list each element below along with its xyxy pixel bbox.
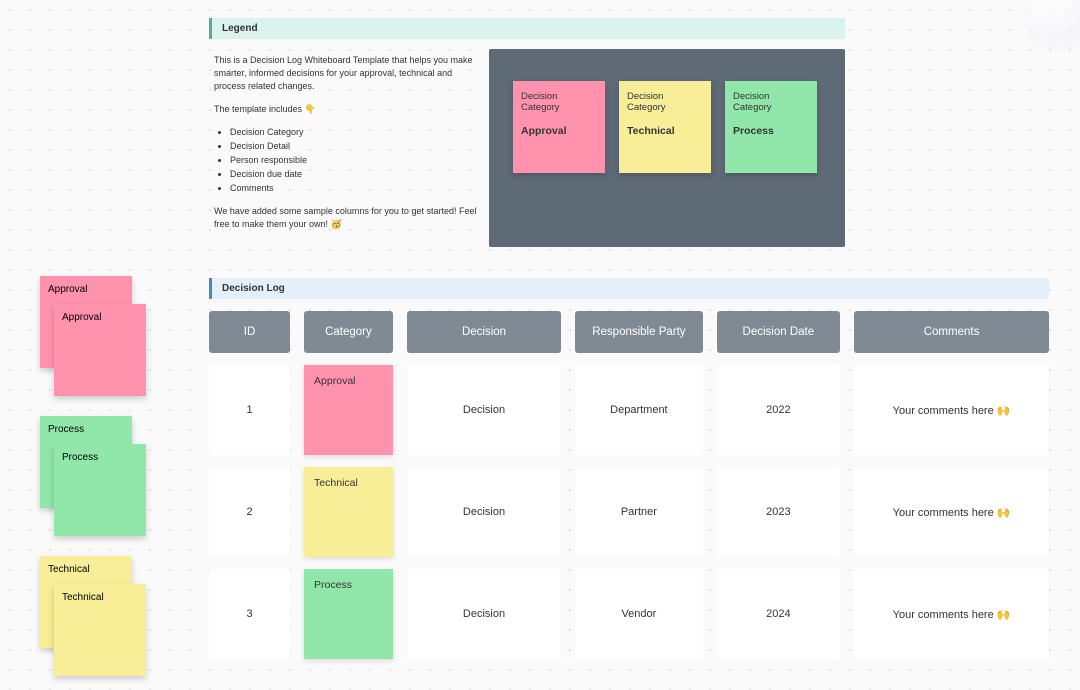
cell-decision[interactable]: Decision: [407, 569, 561, 659]
legend-section: Legend This is a Decision Log Whiteboard…: [209, 18, 845, 247]
pointing-down-icon: 👇: [305, 104, 316, 114]
cell-responsible[interactable]: Partner: [575, 467, 702, 557]
cell-id[interactable]: 2: [209, 467, 290, 557]
cell-responsible[interactable]: Department: [575, 365, 702, 455]
legend-text: This is a Decision Log Whiteboard Templa…: [209, 49, 489, 247]
header-decision: Decision: [407, 311, 561, 353]
decision-log-section: Decision Log ID Category Decision Respon…: [209, 278, 1049, 671]
sticky-stack-technical[interactable]: Technical Technical: [40, 556, 150, 676]
bullet-item: Decision due date: [230, 168, 479, 181]
decision-log-grid: ID Category Decision Responsible Party D…: [209, 311, 1049, 659]
cell-id[interactable]: 3: [209, 569, 290, 659]
cell-decision[interactable]: Decision: [407, 365, 561, 455]
legend-para3: We have added some sample columns for yo…: [214, 205, 479, 231]
sticky-note[interactable]: Technical: [54, 584, 146, 676]
category-type: Approval: [521, 125, 597, 137]
header-row: ID Category Decision Responsible Party D…: [209, 311, 1049, 353]
bullet-item: Person responsible: [230, 154, 479, 167]
category-sticky[interactable]: Process: [304, 569, 393, 659]
bullet-item: Decision Category: [230, 126, 479, 139]
decorative-bubble: [1020, 0, 1080, 50]
cell-category[interactable]: Process: [304, 569, 393, 659]
cell-comments[interactable]: Your comments here 🙌: [854, 365, 1049, 455]
cell-category[interactable]: Approval: [304, 365, 393, 455]
legend-para2: The template includes 👇: [214, 103, 479, 116]
sticky-stack-process[interactable]: Process Process: [40, 416, 150, 536]
category-label: Decision Category: [627, 91, 703, 113]
bullet-item: Comments: [230, 182, 479, 195]
table-row[interactable]: 2 Technical Decision Partner 2023 Your c…: [209, 467, 1049, 557]
category-label: Decision Category: [733, 91, 809, 113]
legend-categories: Decision Category Approval Decision Cate…: [489, 49, 845, 247]
cell-date[interactable]: 2024: [717, 569, 841, 659]
category-sticky[interactable]: Approval: [304, 365, 393, 455]
bullet-item: Decision Detail: [230, 140, 479, 153]
cell-decision[interactable]: Decision: [407, 467, 561, 557]
category-label: Decision Category: [521, 91, 597, 113]
decision-log-title: Decision Log: [209, 278, 1049, 299]
sticky-note[interactable]: Approval: [54, 304, 146, 396]
header-date: Decision Date: [717, 311, 841, 353]
category-note-process[interactable]: Decision Category Process: [725, 81, 817, 173]
table-row[interactable]: 3 Process Decision Vendor 2024 Your comm…: [209, 569, 1049, 659]
cell-responsible[interactable]: Vendor: [575, 569, 702, 659]
category-note-approval[interactable]: Decision Category Approval: [513, 81, 605, 173]
table-row[interactable]: 1 Approval Decision Department 2022 Your…: [209, 365, 1049, 455]
category-type: Technical: [627, 125, 703, 137]
category-note-technical[interactable]: Decision Category Technical: [619, 81, 711, 173]
cell-date[interactable]: 2023: [717, 467, 841, 557]
legend-para2-prefix: The template includes: [214, 104, 305, 114]
legend-bullets: Decision Category Decision Detail Person…: [230, 126, 479, 195]
category-sticky[interactable]: Technical: [304, 467, 393, 557]
header-category: Category: [304, 311, 393, 353]
header-id: ID: [209, 311, 290, 353]
category-type: Process: [733, 125, 809, 137]
cell-date[interactable]: 2022: [717, 365, 841, 455]
sticky-stack-approval[interactable]: Approval Approval: [40, 276, 150, 396]
cell-comments[interactable]: Your comments here 🙌: [854, 467, 1049, 557]
cell-category[interactable]: Technical: [304, 467, 393, 557]
sticky-note[interactable]: Process: [54, 444, 146, 536]
header-responsible: Responsible Party: [575, 311, 702, 353]
header-comments: Comments: [854, 311, 1049, 353]
legend-title: Legend: [209, 18, 845, 39]
cell-comments[interactable]: Your comments here 🙌: [854, 569, 1049, 659]
legend-para1: This is a Decision Log Whiteboard Templa…: [214, 54, 479, 93]
legend-body: This is a Decision Log Whiteboard Templa…: [209, 49, 845, 247]
cell-id[interactable]: 1: [209, 365, 290, 455]
